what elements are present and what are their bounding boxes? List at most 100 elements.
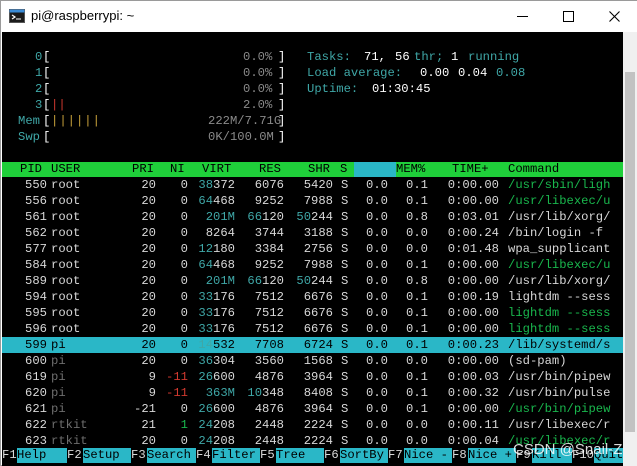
fkey-search[interactable]: Search [147, 448, 196, 463]
fkey-nice-plus[interactable]: Nice + [468, 448, 516, 463]
cell-mem: 0.1 [406, 386, 428, 400]
col-command[interactable]: Command [508, 162, 559, 177]
cell-shr: 6676 [303, 306, 333, 320]
bracket-close: ] [278, 130, 286, 144]
cell-state: S [341, 354, 349, 368]
cell-virt: 12180 [198, 242, 235, 256]
process-row[interactable]: 584 root 20 0 64468 9252 7988 S 0.0 0.1 0:00.00/us… [2, 257, 623, 273]
col-res[interactable]: RES [259, 162, 281, 177]
fkey-f3-key[interactable]: F3 [131, 448, 146, 463]
cell-user: pi [51, 370, 66, 384]
cell-time: 0:00.00 [447, 322, 499, 336]
process-row[interactable]: 556 root 20 0 64468 9252 7988 S 0.0 0.1 0:00.00/us… [2, 193, 623, 209]
process-row[interactable]: 596 root 20 0 33176 7512 6676 S 0.0 0.1 0:00.00 lig… [2, 321, 623, 337]
fkey-f6-key[interactable]: F6 [324, 448, 339, 463]
uptime: Uptime: 01:30:45 [2, 81, 431, 97]
cell-virt: 8264 [205, 226, 235, 240]
cell-state: S [341, 226, 349, 240]
cell-pid: 599 [25, 338, 47, 352]
maximize-button[interactable] [545, 1, 591, 32]
cell-cpu: 0.0 [366, 274, 388, 288]
cell-mem: 0.0 [406, 354, 428, 368]
cell-mem: 0.1 [406, 290, 428, 304]
col-shr[interactable]: SHR [308, 162, 330, 177]
fkey-help[interactable]: Help [17, 448, 67, 463]
col-user[interactable]: USER [51, 162, 80, 177]
cell-pri: 20 [141, 210, 156, 224]
process-row[interactable]: 595 root 20 0 33176 7512 6676 S 0.0 0.1 0:00.00 lig… [2, 305, 623, 321]
vertical-scrollbar[interactable] [623, 32, 637, 466]
cell-shr: 7988 [303, 258, 333, 272]
cell-user: root [51, 258, 81, 272]
process-table-header[interactable]: PID USER PRI NI VIRT RES SHR S CPU%▽ MEM… [2, 162, 623, 191]
process-row[interactable]: 577 root 20 0 12180 3384 2756 S 0.0 0.0 0:01.48 wpa… [2, 241, 623, 257]
cell-state: S [341, 322, 349, 336]
cell-mem: 0.0 [406, 434, 428, 448]
fkey-f8-key[interactable]: F8 [452, 448, 467, 463]
cell-state: S [341, 194, 349, 208]
fkey-setup[interactable]: Setup [83, 448, 131, 463]
cell-res: 4876 [254, 402, 284, 416]
cell-time: 0:00.23 [447, 338, 499, 352]
cell-state: S [341, 418, 349, 432]
cell-cpu: 0.0 [366, 386, 388, 400]
cell-ni: 0 [180, 210, 188, 224]
terminal-screen[interactable]: 0 [ 0.0% ] 1 [ 0.0% ] 2 [ 0.0% ] 3 [ || … [2, 32, 623, 466]
fkey-f5-key[interactable]: F5 [260, 448, 275, 463]
swap-value: 0K/100.0M [208, 130, 274, 144]
cell-pri: 20 [141, 338, 156, 352]
cell-ni: 0 [180, 354, 188, 368]
process-row[interactable]: 622 rtkit 21 1 24208 2448 2224 S 0.0 0.0 0:00.11/u… [2, 417, 623, 433]
col-pri[interactable]: PRI [132, 162, 154, 177]
cell-cpu: 0.0 [366, 434, 388, 448]
cell-res: 6076 [254, 178, 284, 192]
close-button[interactable] [591, 1, 637, 32]
process-row[interactable]: 620 pi 9 -11 363M 10348 8408 S 0.0 0.1 0:00.32/usr… [2, 385, 623, 401]
process-row[interactable]: 619 pi 9 -11 26600 4876 3964 S 0.0 0.1 0:00.03/usr… [2, 369, 623, 385]
cell-user: root [51, 178, 81, 192]
process-row[interactable]: 600 pi 20 0 36304 3560 1568 S 0.0 0.0 0:00.00 (sd-p… [2, 353, 623, 369]
col-cpu-sorted[interactable]: CPU%▽ [354, 162, 449, 191]
cell-mem: 0.1 [406, 402, 428, 416]
title-bar[interactable]: pi@raspberrypi: ~ [1, 1, 637, 32]
cell-virt: 38372 [198, 178, 235, 192]
cell-pri: 20 [141, 274, 156, 288]
col-pid[interactable]: PID [20, 162, 42, 177]
cell-mem: 0.1 [406, 322, 428, 336]
process-row[interactable]: 594 root 20 0 33176 7512 6676 S 0.0 0.1 0:00.19 lig… [2, 289, 623, 305]
col-ni[interactable]: NI [170, 162, 185, 177]
process-row[interactable]: 562 root 20 0 8264 3744 3188 S 0.0 0.0 0:00.24/bin… [2, 225, 623, 241]
process-row[interactable]: 561 root 20 0 201M 66120 50244 S 0.0 0.8 0:03.01/u… [2, 209, 623, 225]
cell-cpu: 0.0 [366, 226, 388, 240]
cell-cpu: 0.0 [366, 402, 388, 416]
cell-command: /lib/systemd/s [508, 338, 611, 352]
cell-ni: 0 [180, 226, 188, 240]
fkey-f4-key[interactable]: F4 [196, 448, 211, 463]
col-mem[interactable]: MEM% [396, 162, 425, 177]
cell-user: rtkit [51, 434, 88, 448]
fkey-f2-key[interactable]: F2 [67, 448, 82, 463]
cell-ni: 0 [180, 306, 188, 320]
fkey-f1-key[interactable]: F1 [2, 448, 17, 463]
fkey-nice-minus[interactable]: Nice - [404, 448, 452, 463]
process-row[interactable]: 621 pi -21 0 26600 4876 3964 S 0.0 0.1 0:00.00/usr… [2, 401, 623, 417]
mem-bar: |||||| [51, 114, 101, 128]
cell-command: /bin/login -f [508, 226, 604, 240]
fkey-tree[interactable]: Tree [276, 448, 324, 463]
fkey-filter[interactable]: Filter [212, 448, 260, 463]
col-virt[interactable]: VIRT [202, 162, 231, 177]
minimize-button[interactable] [499, 1, 545, 32]
scrollbar-thumb[interactable] [625, 72, 635, 432]
cell-shr: 2224 [303, 434, 333, 448]
process-row[interactable]: 599 pi 20 0 14532 7708 6724 S 0.0 0.1 0:00.23/lib/… [2, 337, 623, 353]
fkey-sortby[interactable]: SortBy [340, 448, 388, 463]
col-time[interactable]: TIME+ [452, 162, 489, 177]
cell-user: rtkit [51, 418, 88, 432]
process-row[interactable]: 550 root 20 0 38372 6076 5420 S 0.0 0.1 0:00.00/us… [2, 177, 623, 193]
watermark: CSDN @Snail-Z [513, 441, 623, 458]
cell-user: root [51, 274, 81, 288]
fkey-f7-key[interactable]: F7 [388, 448, 403, 463]
cell-state: S [341, 386, 349, 400]
process-row[interactable]: 589 root 20 0 201M 66120 50244 S 0.0 0.8 0:00.00/u… [2, 273, 623, 289]
col-state[interactable]: S [340, 162, 347, 177]
